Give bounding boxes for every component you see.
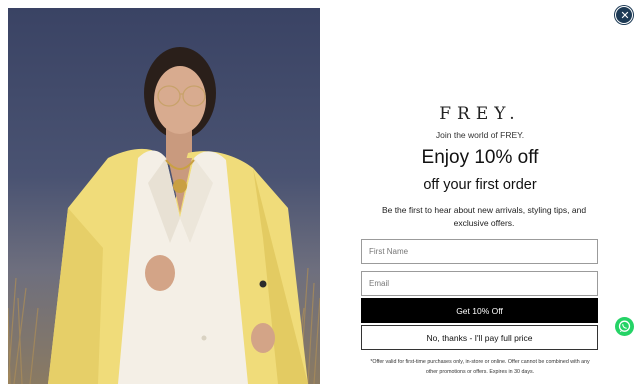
decline-button[interactable]: No, thanks - I'll pay full price bbox=[361, 325, 598, 350]
close-icon: ✕ bbox=[620, 9, 630, 22]
description: Be the first to hear about new arrivals,… bbox=[381, 205, 587, 228]
tagline: Join the world of FREY. bbox=[435, 130, 525, 140]
first-name-field[interactable] bbox=[361, 239, 598, 264]
disclaimer: *Offer valid for first-time purchases on… bbox=[370, 359, 590, 375]
whatsapp-chat-button[interactable] bbox=[615, 317, 634, 336]
headline: Enjoy 10% off bbox=[421, 147, 539, 168]
brand-logo: FREY. bbox=[439, 104, 521, 124]
whatsapp-icon bbox=[618, 320, 631, 333]
subheadline: off your first order bbox=[423, 177, 537, 193]
signup-popup: FREY. Join the world of FREY. Enjoy 10% … bbox=[320, 0, 640, 384]
get-discount-button[interactable]: Get 10% Off bbox=[361, 298, 598, 323]
close-button[interactable]: ✕ bbox=[615, 6, 633, 24]
email-field[interactable] bbox=[361, 271, 598, 296]
model-photo bbox=[8, 8, 320, 384]
